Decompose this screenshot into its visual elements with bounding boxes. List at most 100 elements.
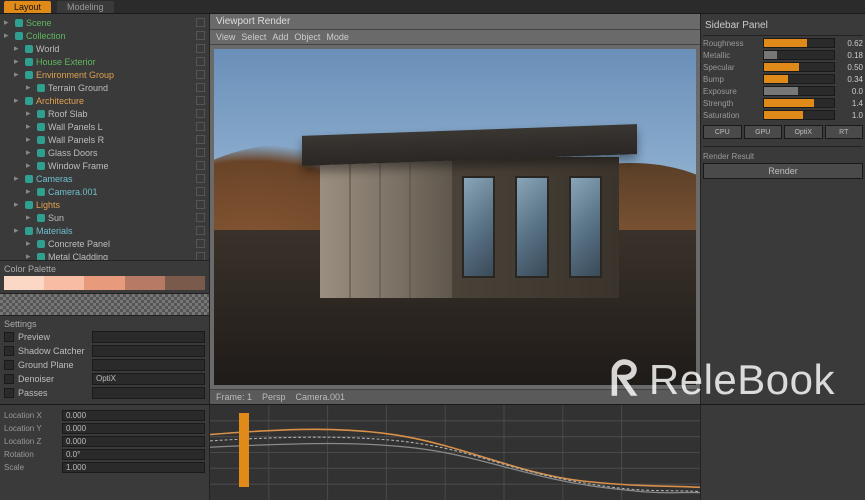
outliner-item[interactable]: ▸House Exterior: [2, 55, 207, 68]
outliner-item[interactable]: ▸Collection: [2, 29, 207, 42]
visibility-toggle[interactable]: [196, 187, 205, 196]
workspace-tab[interactable]: Modeling: [57, 1, 114, 13]
outliner-item[interactable]: ▸Architecture: [2, 94, 207, 107]
outliner-item[interactable]: ▸Wall Panels R: [2, 133, 207, 146]
property-slider[interactable]: [763, 98, 835, 108]
property-slider[interactable]: [763, 62, 835, 72]
outliner-item[interactable]: ▸Wall Panels L: [2, 120, 207, 133]
property-value: 1.4: [839, 99, 863, 108]
outliner-item[interactable]: ▸Lights: [2, 198, 207, 211]
playhead-marker[interactable]: [239, 413, 249, 487]
checkbox[interactable]: [4, 388, 14, 398]
color-swatch[interactable]: [44, 276, 84, 290]
outliner-item[interactable]: ▸Concrete Panel: [2, 237, 207, 250]
device-button[interactable]: OptiX: [784, 125, 823, 139]
visibility-toggle[interactable]: [196, 83, 205, 92]
visibility-toggle[interactable]: [196, 213, 205, 222]
viewport-menu-item[interactable]: Select: [241, 32, 266, 42]
visibility-toggle[interactable]: [196, 96, 205, 105]
setting-field[interactable]: OptiX: [92, 373, 205, 385]
visibility-toggle[interactable]: [196, 252, 205, 260]
setting-label: Ground Plane: [18, 360, 88, 370]
properties-panel: Sidebar Panel Roughness0.62Metallic0.18S…: [700, 14, 865, 404]
property-row: Bump0.34: [703, 74, 863, 84]
transform-label: Location Z: [4, 437, 58, 446]
outliner-item[interactable]: ▸Terrain Ground: [2, 81, 207, 94]
transform-label: Location X: [4, 411, 58, 420]
outliner-tree[interactable]: ▸Scene▸Collection▸World▸House Exterior▸E…: [0, 14, 209, 260]
visibility-toggle[interactable]: [196, 44, 205, 53]
outliner-item[interactable]: ▸Sun: [2, 211, 207, 224]
viewport-menu-item[interactable]: Mode: [326, 32, 349, 42]
outliner-item[interactable]: ▸Scene: [2, 16, 207, 29]
checkbox[interactable]: [4, 332, 14, 342]
outliner-item[interactable]: ▸Roof Slab: [2, 107, 207, 120]
caret-icon: ▸: [14, 95, 22, 106]
color-swatch[interactable]: [4, 276, 44, 290]
graph-editor[interactable]: [210, 405, 700, 500]
color-swatch[interactable]: [84, 276, 124, 290]
setting-field[interactable]: [92, 331, 205, 343]
setting-field[interactable]: [92, 345, 205, 357]
viewport-menu-item[interactable]: Add: [272, 32, 288, 42]
checkbox[interactable]: [4, 346, 14, 356]
outliner-item[interactable]: ▸Window Frame: [2, 159, 207, 172]
setting-field[interactable]: [92, 359, 205, 371]
transform-row: Location Z 0.000: [4, 436, 205, 447]
transform-value[interactable]: 0.000: [62, 423, 205, 434]
render-preview: [214, 49, 696, 385]
visibility-toggle[interactable]: [196, 122, 205, 131]
visibility-toggle[interactable]: [196, 18, 205, 27]
outliner-label: Glass Doors: [48, 148, 98, 158]
visibility-toggle[interactable]: [196, 239, 205, 248]
outliner-item[interactable]: ▸Camera.001: [2, 185, 207, 198]
caret-icon: ▸: [14, 173, 22, 184]
outliner-item[interactable]: ▸Materials: [2, 224, 207, 237]
checkbox[interactable]: [4, 360, 14, 370]
palette-swatches[interactable]: [4, 276, 205, 290]
property-slider[interactable]: [763, 110, 835, 120]
outliner-item[interactable]: ▸Glass Doors: [2, 146, 207, 159]
property-slider[interactable]: [763, 50, 835, 60]
visibility-toggle[interactable]: [196, 200, 205, 209]
viewport-3d[interactable]: [210, 45, 700, 389]
visibility-toggle[interactable]: [196, 161, 205, 170]
color-swatch[interactable]: [125, 276, 165, 290]
visibility-toggle[interactable]: [196, 135, 205, 144]
color-swatch[interactable]: [165, 276, 205, 290]
device-button-row: CPUGPUOptiXRT: [703, 125, 863, 139]
transform-value[interactable]: 0.000: [62, 436, 205, 447]
visibility-toggle[interactable]: [196, 226, 205, 235]
visibility-toggle[interactable]: [196, 57, 205, 66]
outliner-label: Materials: [36, 226, 73, 236]
outliner-item[interactable]: ▸World: [2, 42, 207, 55]
setting-field[interactable]: [92, 387, 205, 399]
visibility-toggle[interactable]: [196, 148, 205, 157]
viewport-menu-item[interactable]: Object: [294, 32, 320, 42]
render-button[interactable]: Render: [703, 163, 863, 179]
visibility-toggle[interactable]: [196, 70, 205, 79]
workspace-tab-active[interactable]: Layout: [4, 1, 51, 13]
visibility-toggle[interactable]: [196, 31, 205, 40]
device-button[interactable]: GPU: [744, 125, 783, 139]
transform-value[interactable]: 1.000: [62, 462, 205, 473]
left-panel: ▸Scene▸Collection▸World▸House Exterior▸E…: [0, 14, 210, 404]
property-slider[interactable]: [763, 86, 835, 96]
property-label: Metallic: [703, 51, 759, 60]
property-value: 1.0: [839, 111, 863, 120]
viewport-menu-item[interactable]: View: [216, 32, 235, 42]
checkbox[interactable]: [4, 374, 14, 384]
transform-value[interactable]: 0.000: [62, 410, 205, 421]
transform-label: Scale: [4, 463, 58, 472]
transform-value[interactable]: 0.0°: [62, 449, 205, 460]
visibility-toggle[interactable]: [196, 109, 205, 118]
outliner-item[interactable]: ▸Metal Cladding: [2, 250, 207, 260]
device-button[interactable]: CPU: [703, 125, 742, 139]
property-slider[interactable]: [763, 74, 835, 84]
outliner-item[interactable]: ▸Environment Group: [2, 68, 207, 81]
property-row: Metallic0.18: [703, 50, 863, 60]
outliner-item[interactable]: ▸Cameras: [2, 172, 207, 185]
device-button[interactable]: RT: [825, 125, 864, 139]
property-slider[interactable]: [763, 38, 835, 48]
visibility-toggle[interactable]: [196, 174, 205, 183]
